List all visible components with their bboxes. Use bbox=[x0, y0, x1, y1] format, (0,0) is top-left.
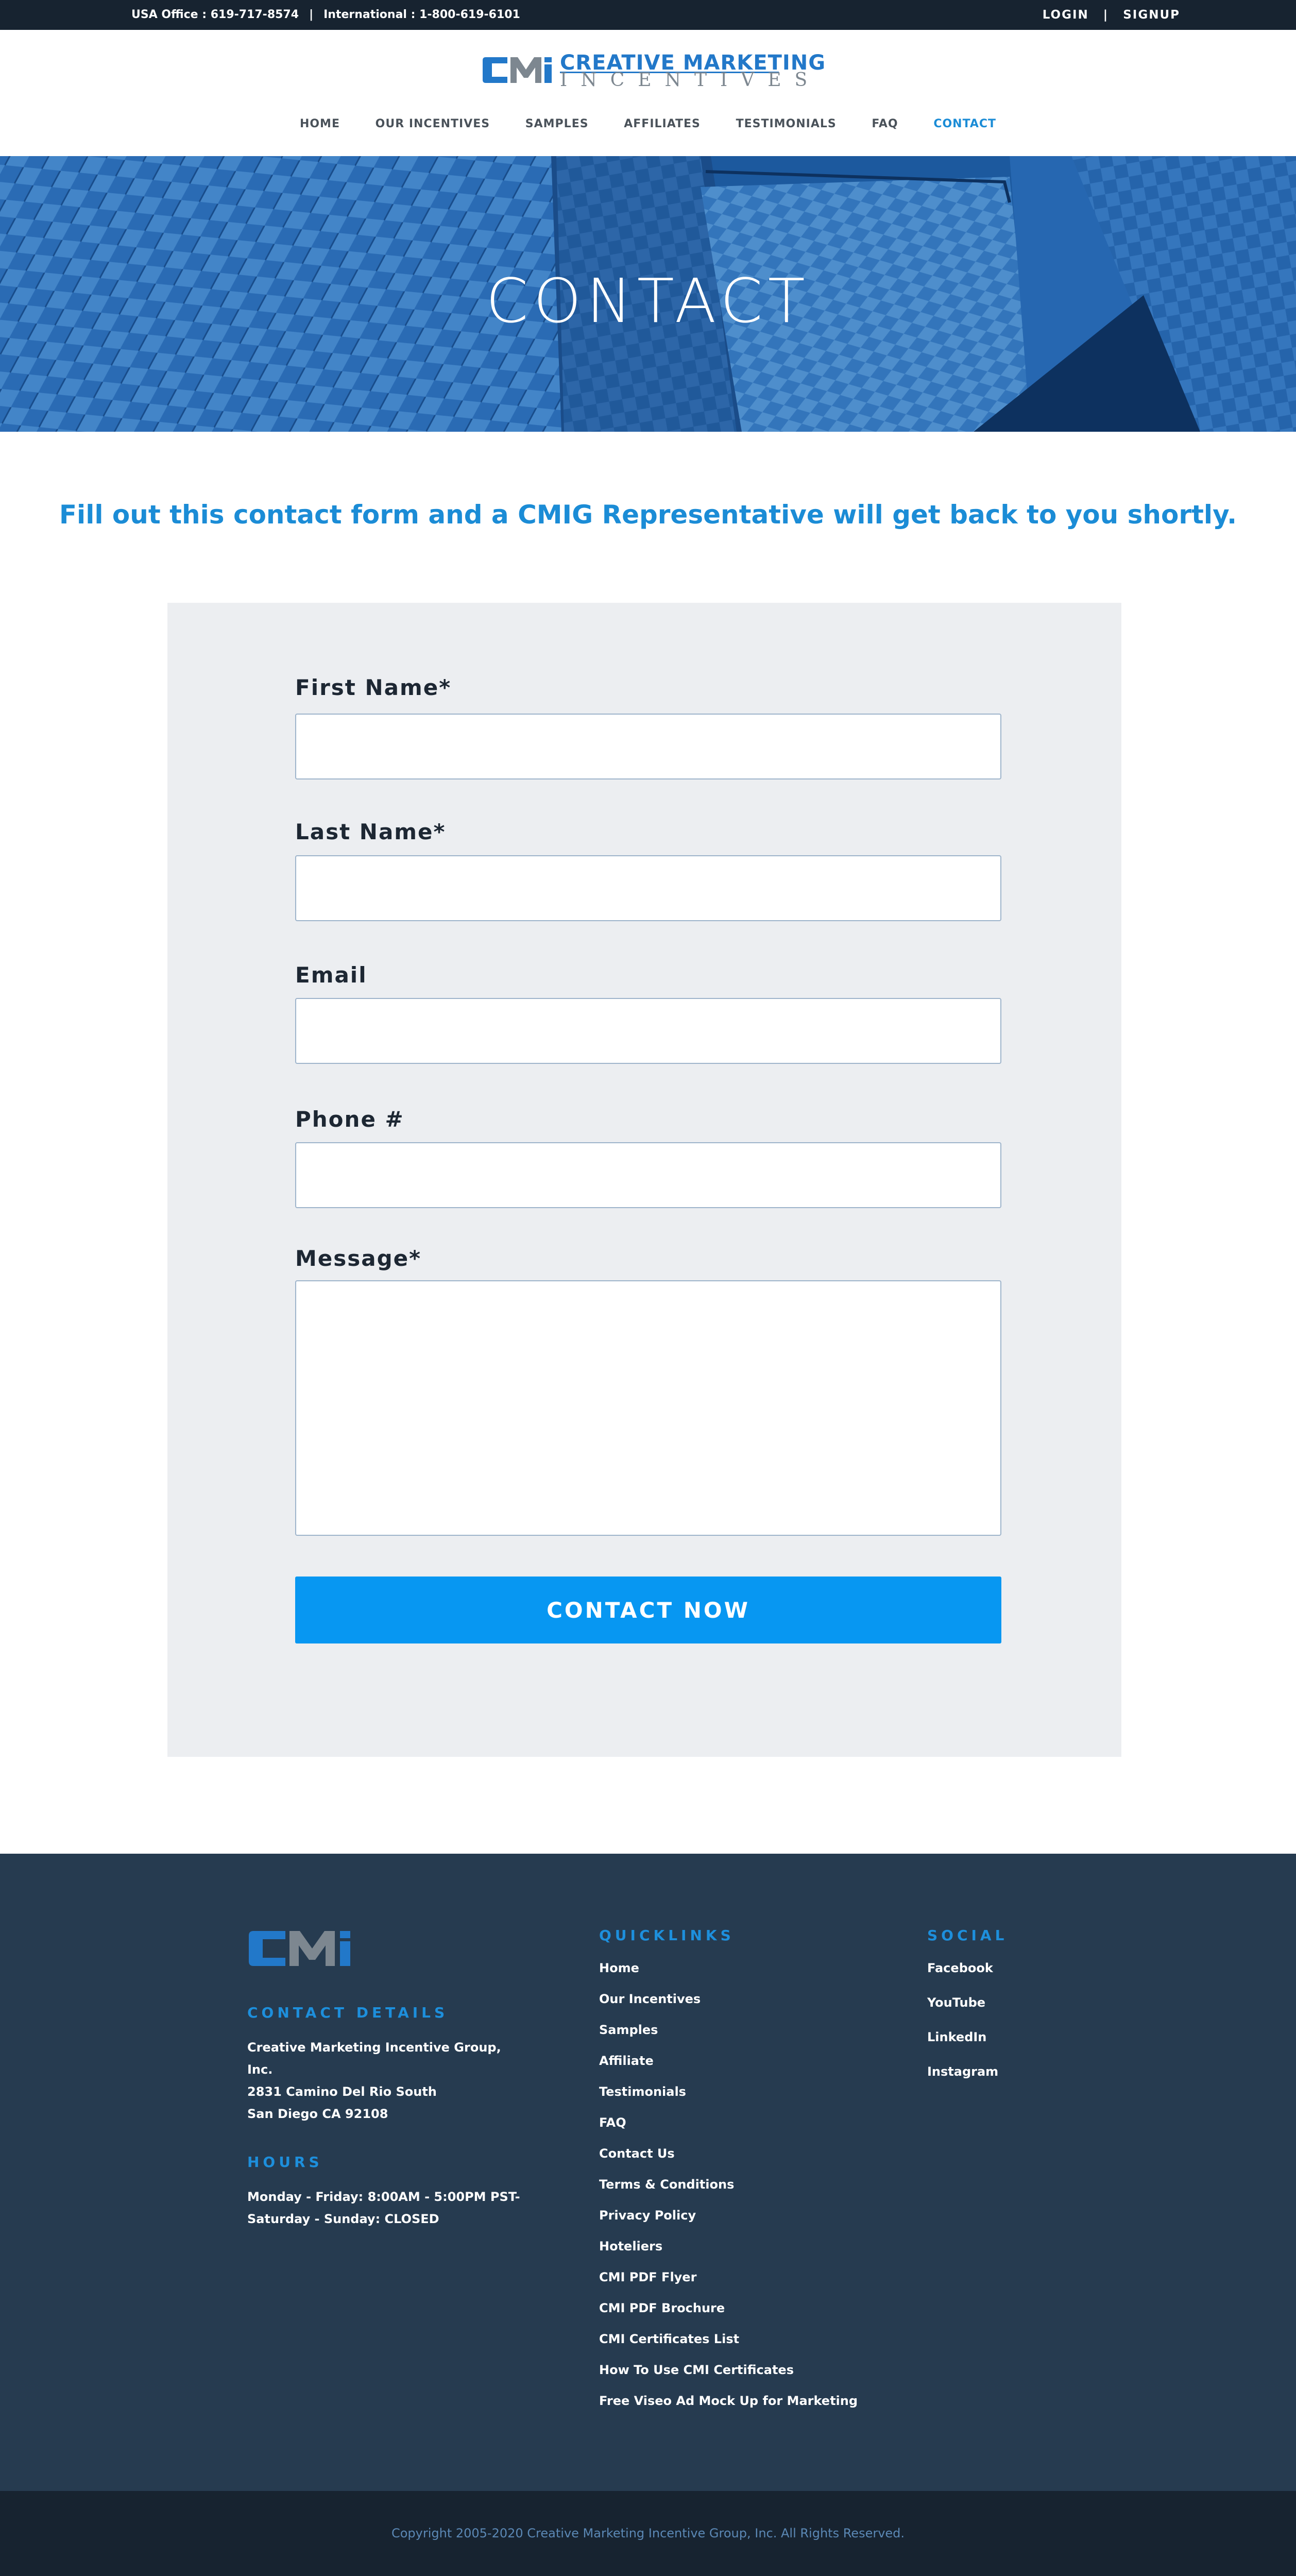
social-item: Facebook bbox=[927, 1961, 998, 1995]
quicklink-item: Testimonials bbox=[599, 2084, 858, 2115]
hero-banner: CONTACT bbox=[0, 156, 1296, 432]
quicklink-how-to-use[interactable]: How To Use CMI Certificates bbox=[599, 2363, 794, 2377]
email-label: Email bbox=[295, 962, 367, 988]
cmi-logo-mark bbox=[483, 57, 552, 83]
quicklink-certificates-list[interactable]: CMI Certificates List bbox=[599, 2332, 739, 2346]
footer-cmi-logo[interactable] bbox=[247, 1927, 363, 1971]
nav-samples[interactable]: SAMPLES bbox=[525, 117, 589, 130]
company-name-line1: Creative Marketing Incentive Group, bbox=[247, 2040, 501, 2055]
social-heading: SOCIAL bbox=[927, 1927, 1008, 1944]
site-logo[interactable]: CREATIVE MARKETING INCENTIVES bbox=[482, 49, 825, 91]
social-instagram[interactable]: Instagram bbox=[927, 2064, 998, 2079]
last-name-label: Last Name* bbox=[295, 819, 446, 844]
auth-links: LOGIN | SIGNUP bbox=[1043, 0, 1180, 30]
quicklink-faq[interactable]: FAQ bbox=[599, 2115, 626, 2130]
quicklink-item: Samples bbox=[599, 2023, 858, 2054]
message-textarea[interactable] bbox=[295, 1280, 1001, 1536]
quicklink-item: Terms & Conditions bbox=[599, 2177, 858, 2208]
quicklink-item: Contact Us bbox=[599, 2146, 858, 2177]
quicklinks-heading: QUICKLINKS bbox=[599, 1927, 735, 1944]
quicklink-item: Hoteliers bbox=[599, 2239, 858, 2270]
social-facebook[interactable]: Facebook bbox=[927, 1961, 993, 1975]
first-name-input[interactable] bbox=[295, 714, 1001, 779]
nav-home[interactable]: HOME bbox=[300, 117, 340, 130]
page-title: CONTACT bbox=[486, 265, 810, 336]
logo-text-bottom: INCENTIVES bbox=[560, 70, 821, 91]
quicklink-testimonials[interactable]: Testimonials bbox=[599, 2084, 686, 2099]
copyright-bar: Copyright 2005-2020 Creative Marketing I… bbox=[0, 2491, 1296, 2576]
top-bar: USA Office : 619-717-8574 | International … bbox=[0, 0, 1296, 30]
international-phone[interactable]: International : 1-800-619-6101 bbox=[323, 0, 520, 30]
auth-separator: | bbox=[1103, 8, 1109, 22]
hours-weekday: Monday - Friday: 8:00AM - 5:00PM PST- bbox=[247, 2190, 520, 2204]
quicklink-privacy[interactable]: Privacy Policy bbox=[599, 2208, 696, 2223]
quicklink-contact-us[interactable]: Contact Us bbox=[599, 2146, 675, 2161]
company-name-line2: Inc. bbox=[247, 2062, 273, 2077]
quicklink-item: FAQ bbox=[599, 2115, 858, 2146]
copyright-text: Copyright 2005-2020 Creative Marketing I… bbox=[391, 2526, 905, 2540]
quicklinks-list: Home Our Incentives Samples Affiliate Te… bbox=[599, 1961, 858, 2425]
quicklink-item: Free Viseo Ad Mock Up for Marketing bbox=[599, 2394, 858, 2425]
social-item: LinkedIn bbox=[927, 2030, 998, 2064]
quicklink-item: Affiliate bbox=[599, 2054, 858, 2084]
quicklink-home[interactable]: Home bbox=[599, 1961, 639, 1975]
social-list: Facebook YouTube LinkedIn Instagram bbox=[927, 1961, 998, 2099]
hours-weekend: Saturday - Sunday: CLOSED bbox=[247, 2212, 439, 2226]
contact-now-button[interactable]: CONTACT NOW bbox=[295, 1577, 1001, 1643]
message-label: Message* bbox=[295, 1246, 422, 1271]
phone-separator: | bbox=[309, 8, 314, 21]
footer: CONTACT DETAILS Creative Marketing Incen… bbox=[0, 1854, 1296, 2491]
address-line1: 2831 Camino Del Rio South bbox=[247, 2084, 437, 2099]
social-linkedin[interactable]: LinkedIn bbox=[927, 2030, 986, 2044]
quicklink-item: Home bbox=[599, 1961, 858, 1992]
quicklink-samples[interactable]: Samples bbox=[599, 2023, 658, 2037]
contact-details: Creative Marketing Incentive Group, Inc.… bbox=[247, 2037, 501, 2125]
nav-affiliates[interactable]: AFFILIATES bbox=[624, 117, 701, 130]
quicklink-item: CMI Certificates List bbox=[599, 2332, 858, 2363]
last-name-input[interactable] bbox=[295, 855, 1001, 921]
nav-faq[interactable]: FAQ bbox=[872, 117, 898, 130]
main-nav: HOME OUR INCENTIVES SAMPLES AFFILIATES T… bbox=[0, 117, 1296, 130]
quicklink-item: CMI PDF Brochure bbox=[599, 2301, 858, 2332]
quicklink-our-incentives[interactable]: Our Incentives bbox=[599, 1992, 701, 2006]
intro-text: Fill out this contact form and a CMIG Re… bbox=[59, 500, 1237, 530]
nav-our-incentives[interactable]: OUR INCENTIVES bbox=[376, 117, 490, 130]
quicklink-terms[interactable]: Terms & Conditions bbox=[599, 2177, 734, 2192]
social-item: Instagram bbox=[927, 2064, 998, 2099]
quicklink-pdf-brochure[interactable]: CMI PDF Brochure bbox=[599, 2301, 725, 2315]
address-line2: San Diego CA 92108 bbox=[247, 2107, 388, 2121]
email-input[interactable] bbox=[295, 998, 1001, 1064]
phone-label: Phone # bbox=[295, 1107, 404, 1132]
quicklink-item: Our Incentives bbox=[599, 1992, 858, 2023]
nav-testimonials[interactable]: TESTIMONIALS bbox=[736, 117, 837, 130]
contact-details-heading: CONTACT DETAILS bbox=[247, 2004, 449, 2021]
hours-details: Monday - Friday: 8:00AM - 5:00PM PST- Sa… bbox=[247, 2186, 520, 2230]
quicklink-item: How To Use CMI Certificates bbox=[599, 2363, 858, 2394]
usa-office-phone[interactable]: USA Office : 619-717-8574 bbox=[131, 0, 299, 30]
quicklink-pdf-flyer[interactable]: CMI PDF Flyer bbox=[599, 2270, 696, 2284]
social-item: YouTube bbox=[927, 1995, 998, 2030]
quicklink-hoteliers[interactable]: Hoteliers bbox=[599, 2239, 662, 2253]
signup-link[interactable]: SIGNUP bbox=[1123, 8, 1180, 22]
phone-numbers: USA Office : 619-717-8574 | International … bbox=[131, 0, 520, 30]
quicklink-item: Privacy Policy bbox=[599, 2208, 858, 2239]
hours-heading: HOURS bbox=[247, 2154, 323, 2171]
phone-input[interactable] bbox=[295, 1142, 1001, 1208]
first-name-label: First Name* bbox=[295, 675, 452, 700]
quicklink-item: CMI PDF Flyer bbox=[599, 2270, 858, 2301]
quicklink-video-ad[interactable]: Free Viseo Ad Mock Up for Marketing bbox=[599, 2394, 858, 2408]
quicklink-affiliate[interactable]: Affiliate bbox=[599, 2054, 654, 2068]
nav-contact[interactable]: CONTACT bbox=[933, 117, 996, 130]
social-youtube[interactable]: YouTube bbox=[927, 1995, 985, 2010]
login-link[interactable]: LOGIN bbox=[1043, 8, 1089, 22]
